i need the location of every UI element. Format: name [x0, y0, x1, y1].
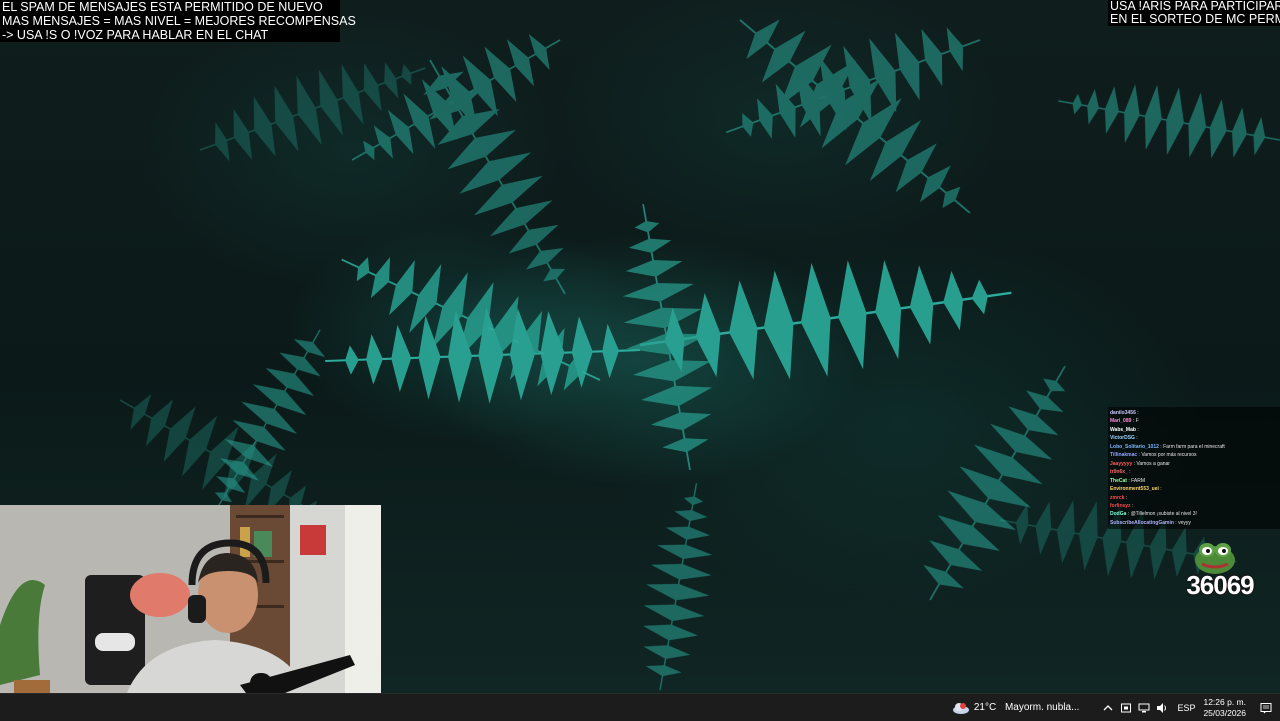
weather-temperature: 21°C	[973, 702, 997, 713]
network-icon[interactable]	[1136, 700, 1152, 716]
chat-username: SubscribeAllocatingGamin	[1110, 519, 1174, 526]
announcement-line: EN EL SORTEO DE MC PERMA	[1110, 12, 1280, 26]
chat-username: tr0n6x_	[1110, 469, 1128, 476]
chat-separator: :	[1134, 435, 1138, 442]
chat-message: tr0n6x_ :	[1110, 468, 1278, 476]
weather-widget[interactable]: 21°C Mayorm. nubla...	[952, 701, 1086, 715]
notification-icon[interactable]	[1256, 702, 1276, 714]
chat-username: TheCat	[1110, 477, 1127, 484]
chat-message: DodGa : @Tillelmon ¡subiste al nivel 3!	[1110, 510, 1278, 518]
chat-message: zmrck :	[1110, 494, 1278, 502]
announcement-line: EL SPAM DE MENSAJES ESTA PERMITIDO DE NU…	[2, 0, 323, 14]
stream-announcement-right: USA !ARIS PARA PARTICIPAR EN EL SORTEO D…	[1108, 0, 1280, 26]
points-counter: 36069	[1186, 570, 1254, 600]
chat-message: TheCat : FARM	[1110, 477, 1278, 485]
chat-text: @Tillelmon ¡subiste al nivel 3!	[1130, 511, 1197, 518]
clock-time: 12:26 p. m.	[1203, 696, 1246, 707]
chat-message: Jaayyyyy : Vamos a ganar	[1110, 460, 1278, 468]
chat-overlay: danilo3456 : Mari_089 : F Wabs_Mab : Vict…	[1108, 407, 1280, 529]
system-tray: 21°C Mayorm. nubla... ESP 12:26 p. m. 25…	[952, 694, 1280, 721]
chat-message: danilo3456 :	[1110, 409, 1278, 417]
chat-username: Mari_089	[1110, 418, 1132, 425]
chat-separator: :	[1135, 426, 1139, 433]
chat-text: F	[1135, 418, 1139, 425]
chat-text: Vamos por más recursos	[1141, 452, 1197, 459]
chat-separator: :	[1158, 486, 1162, 493]
chat-separator: :	[1127, 469, 1131, 476]
chat-username: Environment553_uei	[1110, 486, 1159, 493]
stream-announcement-left: EL SPAM DE MENSAJES ESTA PERMITIDO DE NU…	[0, 0, 356, 42]
chat-text: veyyy	[1178, 519, 1191, 526]
chat-message: forlinsyz :	[1110, 502, 1278, 510]
chat-message: VictorDSG :	[1110, 434, 1278, 442]
chat-username: Jaayyyyy	[1110, 460, 1133, 467]
chat-separator: :	[1124, 494, 1128, 501]
chat-text: FARM	[1131, 477, 1146, 484]
chat-separator: :	[1135, 410, 1139, 416]
chevron-up-icon[interactable]	[1100, 700, 1116, 716]
chat-username: Lobo_Solitario_1012	[1110, 443, 1159, 450]
chat-message: Tillinakmac : Vamos por más recursos	[1110, 451, 1278, 459]
security-icon[interactable]	[1118, 700, 1134, 716]
chat-message: Wabs_Mab :	[1110, 426, 1278, 434]
chat-username: Tillinakmac	[1110, 452, 1138, 459]
announcement-line: -> USA !S O !VOZ PARA HABLAR EN EL CHAT	[2, 28, 269, 42]
weather-description: Mayorm. nubla...	[1004, 702, 1080, 713]
announcement-line: MAS MENSAJES = MAS NIVEL = MEJORES RECOM…	[2, 14, 356, 28]
volume-icon[interactable]	[1154, 700, 1170, 716]
chat-username: VictorDSG	[1110, 435, 1135, 442]
chat-username: forlinsyz	[1110, 502, 1131, 509]
clock[interactable]: 12:26 p. m. 25/03/2026	[1203, 697, 1246, 719]
weather-cloud-icon	[952, 701, 970, 715]
chat-username: Wabs_Mab	[1110, 426, 1136, 433]
chat-message: Mari_089 : F	[1110, 417, 1278, 425]
chat-username: danilo3456	[1110, 410, 1136, 416]
chat-text: Farm farm para el minecraft	[1163, 443, 1225, 450]
chat-message: Lobo_Solitario_1012 : Farm farm para el …	[1110, 443, 1278, 451]
chat-text: Vamos a ganar	[1136, 460, 1170, 467]
chat-separator: :	[1130, 502, 1134, 509]
clock-date: 25/03/2026	[1203, 707, 1246, 718]
chat-message: Environment553_uei :	[1110, 485, 1278, 493]
chat-username: zmrck	[1110, 494, 1125, 501]
chat-username: DodGa	[1110, 511, 1127, 518]
language-indicator[interactable]: ESP	[1177, 703, 1195, 713]
taskbar: 21°C Mayorm. nubla... ESP 12:26 p. m. 25…	[0, 693, 1280, 721]
webcam-feed	[0, 505, 381, 720]
chat-message: SubscribeAllocatingGamin : veyyy	[1110, 519, 1278, 527]
